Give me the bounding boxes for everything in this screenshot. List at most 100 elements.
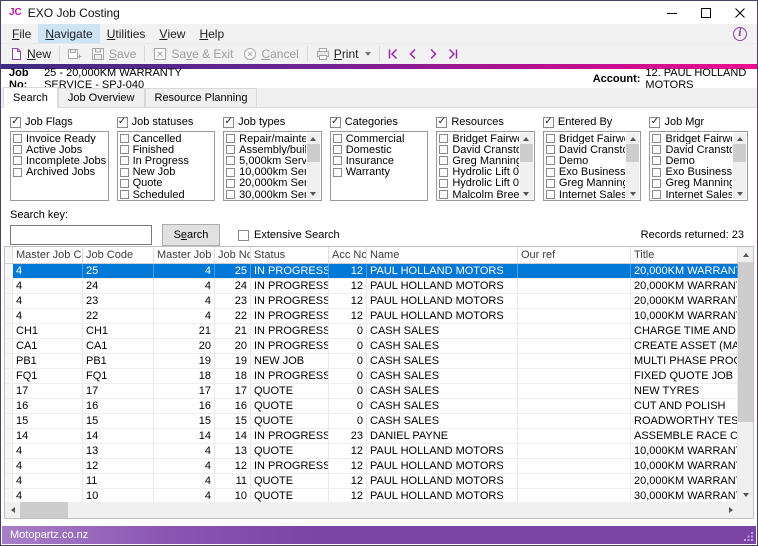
item-checkbox[interactable] bbox=[13, 168, 22, 177]
print-button[interactable]: Print bbox=[311, 46, 377, 62]
item-checkbox[interactable] bbox=[120, 179, 129, 188]
item-checkbox[interactable] bbox=[546, 168, 555, 177]
menu-help[interactable]: Help bbox=[192, 24, 231, 43]
scroll-up-arrow-icon[interactable] bbox=[733, 133, 746, 144]
table-row[interactable]: CH1CH12121IN PROGRESS0CASH SALESCHARGE T… bbox=[5, 324, 738, 339]
list-item[interactable]: Demo bbox=[546, 155, 626, 166]
table-row[interactable]: 16161616QUOTE0CASH SALESCUT AND POLISH bbox=[5, 399, 738, 414]
column-header-job-no[interactable]: Job No bbox=[215, 247, 251, 263]
scrollbar-thumb[interactable] bbox=[733, 144, 746, 162]
list-item[interactable]: Greg Manning bbox=[546, 178, 626, 189]
item-checkbox[interactable] bbox=[226, 179, 235, 188]
table-row[interactable]: 424424IN PROGRESS12PAUL HOLLAND MOTORS20… bbox=[5, 279, 738, 294]
item-checkbox[interactable] bbox=[13, 156, 22, 165]
item-checkbox[interactable] bbox=[546, 156, 555, 165]
filter-group-checkbox[interactable] bbox=[543, 117, 554, 128]
list-item[interactable]: Demo bbox=[652, 155, 732, 166]
scroll-down-arrow-icon[interactable] bbox=[738, 487, 753, 502]
menu-file[interactable]: File bbox=[5, 24, 38, 43]
list-item[interactable]: David Cranston bbox=[546, 144, 626, 155]
filter-group-checkbox[interactable] bbox=[436, 117, 447, 128]
list-item[interactable]: Quote bbox=[120, 178, 213, 189]
column-header-job-code[interactable]: Job Code bbox=[83, 247, 154, 263]
close-button[interactable] bbox=[723, 1, 757, 24]
table-row[interactable]: CA1CA12020IN PROGRESS0CASH SALESCREATE A… bbox=[5, 339, 738, 354]
list-item[interactable]: Active Jobs bbox=[13, 144, 106, 155]
list-item[interactable]: David Cranston bbox=[439, 144, 519, 155]
scroll-up-arrow-icon[interactable] bbox=[520, 133, 533, 144]
item-checkbox[interactable] bbox=[226, 168, 235, 177]
list-item[interactable]: Malcolm Breen bbox=[439, 189, 519, 200]
info-icon[interactable] bbox=[733, 27, 747, 41]
listbox-scrollbar[interactable] bbox=[733, 133, 746, 199]
column-header-master-job-no[interactable]: Master Job No bbox=[154, 247, 215, 263]
filter-group-checkbox[interactable] bbox=[10, 117, 21, 128]
list-item[interactable]: Greg Manning bbox=[652, 178, 732, 189]
list-item[interactable]: Internet Sales bbox=[546, 189, 626, 200]
list-item[interactable]: Cancelled bbox=[120, 133, 213, 144]
column-header-acc-no[interactable]: Acc No bbox=[329, 247, 367, 263]
table-row[interactable]: FQ1FQ11818IN PROGRESS0CASH SALESFIXED QU… bbox=[5, 369, 738, 384]
item-checkbox[interactable] bbox=[546, 134, 555, 143]
search-button[interactable]: Search bbox=[162, 224, 220, 246]
item-checkbox[interactable] bbox=[120, 156, 129, 165]
list-item[interactable]: Invoice Ready bbox=[13, 133, 106, 144]
list-item[interactable]: Domestic bbox=[333, 144, 426, 155]
listbox-scrollbar[interactable] bbox=[520, 133, 533, 199]
horizontal-scrollbar-thumb[interactable] bbox=[20, 502, 68, 518]
item-checkbox[interactable] bbox=[439, 145, 448, 154]
item-checkbox[interactable] bbox=[439, 168, 448, 177]
list-item[interactable]: Insurance bbox=[333, 155, 426, 166]
item-checkbox[interactable] bbox=[652, 145, 661, 154]
item-checkbox[interactable] bbox=[120, 145, 129, 154]
item-checkbox[interactable] bbox=[546, 145, 555, 154]
search-key-input[interactable] bbox=[10, 225, 152, 245]
filter-group-checkbox[interactable] bbox=[649, 117, 660, 128]
table-row[interactable]: PB1PB11919NEW JOB0CASH SALESMULTI PHASE … bbox=[5, 354, 738, 369]
column-header-title[interactable]: Title bbox=[631, 247, 738, 263]
filter-group-checkbox[interactable] bbox=[117, 117, 128, 128]
scroll-down-arrow-icon[interactable] bbox=[626, 188, 639, 199]
table-row[interactable]: 422422IN PROGRESS12PAUL HOLLAND MOTORS10… bbox=[5, 309, 738, 324]
item-checkbox[interactable] bbox=[546, 190, 555, 199]
item-checkbox[interactable] bbox=[333, 134, 342, 143]
table-row[interactable]: 410410QUOTE12PAUL HOLLAND MOTORS30,000KM… bbox=[5, 489, 738, 502]
item-checkbox[interactable] bbox=[226, 156, 235, 165]
list-item[interactable]: 5,000km Service bbox=[226, 155, 306, 166]
list-item[interactable]: Finished bbox=[120, 144, 213, 155]
item-checkbox[interactable] bbox=[333, 168, 342, 177]
scrollbar-thumb[interactable] bbox=[520, 144, 533, 162]
list-item[interactable]: Incomplete Jobs bbox=[13, 155, 106, 166]
scroll-down-arrow-icon[interactable] bbox=[307, 188, 320, 199]
item-checkbox[interactable] bbox=[546, 179, 555, 188]
list-item[interactable]: New Job bbox=[120, 167, 213, 178]
nav-prev-button[interactable] bbox=[403, 47, 423, 61]
item-checkbox[interactable] bbox=[333, 145, 342, 154]
item-checkbox[interactable] bbox=[652, 134, 661, 143]
scroll-down-arrow-icon[interactable] bbox=[520, 188, 533, 199]
list-item[interactable]: Hydrolic Lift 02 bbox=[439, 178, 519, 189]
tab-resource-planning[interactable]: Resource Planning bbox=[145, 88, 258, 107]
item-checkbox[interactable] bbox=[13, 145, 22, 154]
table-row[interactable]: 413413QUOTE12PAUL HOLLAND MOTORS10,000KM… bbox=[5, 444, 738, 459]
list-item[interactable]: Bridget Fairweather bbox=[652, 133, 732, 144]
item-checkbox[interactable] bbox=[439, 190, 448, 199]
scrollbar-thumb[interactable] bbox=[626, 144, 639, 162]
list-item[interactable]: Archived Jobs bbox=[13, 167, 106, 178]
scrollbar-thumb[interactable] bbox=[307, 144, 320, 162]
resize-grip-icon[interactable] bbox=[744, 532, 754, 542]
item-checkbox[interactable] bbox=[226, 190, 235, 199]
list-item[interactable]: Warranty bbox=[333, 167, 426, 178]
item-checkbox[interactable] bbox=[652, 156, 661, 165]
column-header-status[interactable]: Status bbox=[251, 247, 329, 263]
dropdown-caret-icon[interactable] bbox=[365, 52, 371, 56]
vertical-scrollbar-thumb[interactable] bbox=[738, 262, 753, 422]
column-header-our-ref[interactable]: Our ref bbox=[518, 247, 631, 263]
horizontal-scrollbar[interactable] bbox=[5, 502, 738, 518]
item-checkbox[interactable] bbox=[120, 190, 129, 199]
list-item[interactable]: 10,000km Service bbox=[226, 167, 306, 178]
item-checkbox[interactable] bbox=[652, 190, 661, 199]
listbox-scrollbar[interactable] bbox=[307, 133, 320, 199]
vertical-scrollbar[interactable] bbox=[738, 247, 753, 502]
list-item[interactable]: Hydrolic Lift 01 bbox=[439, 167, 519, 178]
